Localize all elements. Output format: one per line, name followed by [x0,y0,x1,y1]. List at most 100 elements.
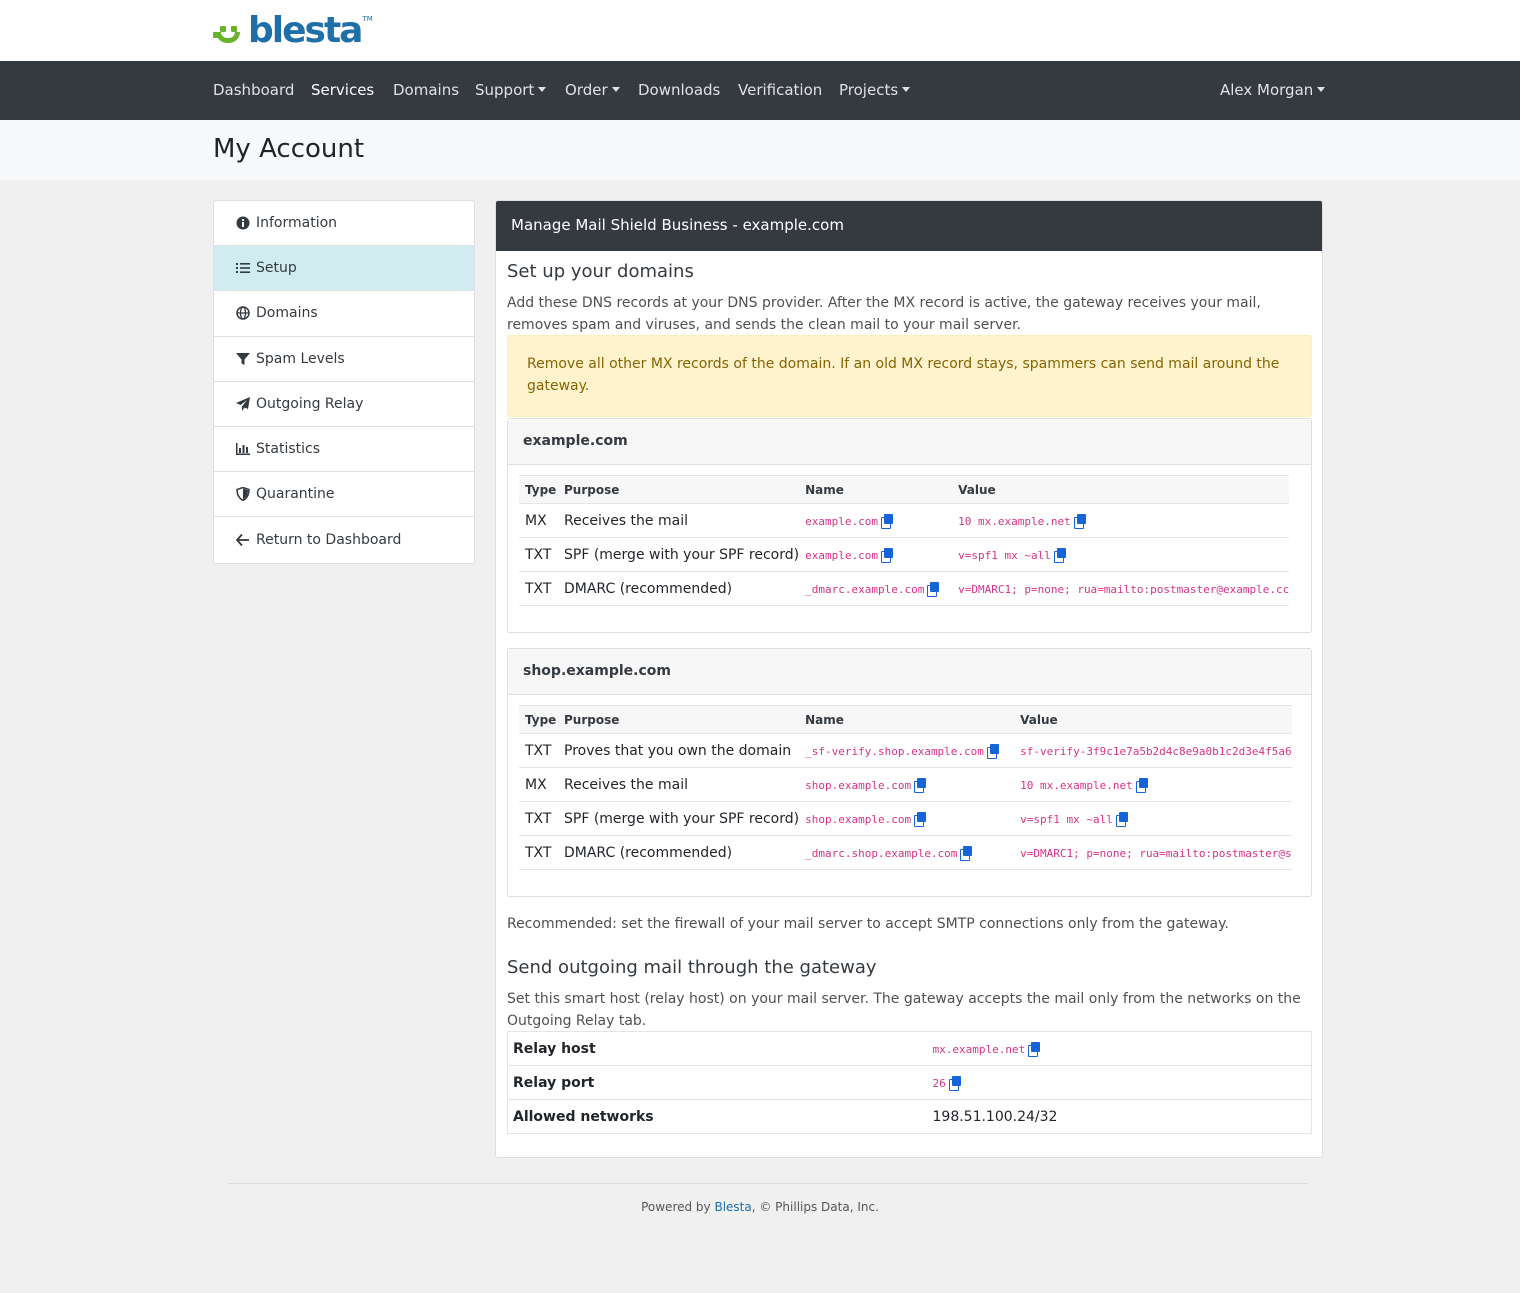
nav-label: Domains [393,81,460,99]
nav-dashboard[interactable]: Dashboard [213,61,294,120]
sidebar-item-return-to-dashboard[interactable]: Return to Dashboard [214,517,474,562]
user-name: Alex Morgan [1220,81,1314,99]
manage-panel: Manage Mail Shield Business - example.co… [495,200,1323,1158]
record-value-cell: v=DMARC1; p=none; rua=mailto:postmaster@… [1014,835,1292,870]
column-header-purpose: Purpose [558,475,800,504]
nav-domains[interactable]: Domains [393,61,459,120]
info-circle-icon [235,216,250,231]
filter-icon [235,351,250,366]
sidebar-item-spam-levels[interactable]: Spam Levels [214,337,474,382]
sidebar-item-domains[interactable]: Domains [214,291,474,337]
record-purpose: Receives the mail [558,767,800,802]
record-name: example.com [805,548,878,562]
record-type: MX [519,767,558,802]
record-name: _dmarc.shop.example.com [805,846,958,860]
blesta-logo[interactable]: blesta TM [212,12,373,49]
relay-networks-value: 198.51.100.24/32 [927,1099,1312,1134]
copy-icon[interactable] [1073,513,1086,529]
nav-label: Services [311,81,375,99]
copy-icon[interactable] [914,777,927,793]
record-purpose: SPF (merge with your SPF record) [558,537,800,572]
copy-icon[interactable] [948,1075,961,1091]
table-row: TXT DMARC (recommended) _dmarc.example.c… [519,571,1290,606]
nav-downloads[interactable]: Downloads [638,61,720,120]
record-value-cell: 10 mx.example.net [952,503,1290,538]
column-header-type: Type [519,475,558,504]
dns-records-table: Type Purpose Name Value MX Receives the … [519,475,1290,606]
record-value-cell: sf-verify-3f9c1e7a5b2d4c8e9a0b1c2d3e4f5a… [1014,733,1292,768]
sidebar-item-statistics[interactable]: Statistics [214,427,474,473]
main-navbar: Dashboard Services Domains Support Order… [0,61,1520,120]
firewall-note: Recommended: set the firewall of your ma… [507,916,1229,932]
relay-settings-table: Relay host mx.example.net Relay port 26 … [507,1031,1312,1134]
sidebar-item-label: Quarantine [256,486,335,503]
copy-icon[interactable] [960,845,973,861]
sidebar-item-setup[interactable]: Setup [214,246,474,292]
record-type: TXT [519,835,558,870]
blesta-link[interactable]: Blesta [714,1200,751,1214]
footer-prefix: Powered by [641,1200,715,1214]
nav-label: Downloads [638,81,721,99]
setup-heading: Set up your domains [507,261,694,282]
copy-icon[interactable] [927,581,940,597]
record-purpose: Receives the mail [558,503,800,538]
copy-icon[interactable] [986,743,999,759]
table-row: Relay port 26 [507,1065,1312,1100]
caret-down-icon [538,87,547,92]
user-menu-dropdown[interactable]: Alex Morgan [1220,61,1326,120]
record-name: example.com [805,514,878,528]
record-purpose: DMARC (recommended) [558,571,800,606]
record-type: MX [519,503,558,538]
setup-description: Add these DNS records at your DNS provid… [507,295,1261,333]
nav-label: Verification [738,81,823,99]
table-header-row: Type Purpose Name Value [519,475,1290,504]
relay-label: Relay host [507,1031,928,1066]
table-row: MX Receives the mail example.com 10 mx.e… [519,503,1290,538]
nav-order-dropdown[interactable]: Order [565,61,620,120]
copy-icon[interactable] [1053,547,1066,563]
relay-value-cell: mx.example.net [927,1031,1312,1066]
record-value: 10 mx.example.net [1020,778,1133,792]
nav-services[interactable]: Services [311,61,374,120]
account-sidebar: Information Setup Domains Spam Levels Ou… [213,200,475,564]
copy-icon[interactable] [1115,811,1128,827]
domain-card-title: shop.example.com [508,649,1311,695]
relay-value-cell: 26 [927,1065,1312,1100]
nav-projects-dropdown[interactable]: Projects [839,61,911,120]
relay-label: Allowed networks [507,1099,928,1134]
copy-icon[interactable] [1028,1041,1041,1057]
copy-icon[interactable] [880,547,893,563]
sidebar-item-outgoing-relay[interactable]: Outgoing Relay [214,382,474,427]
top-bar: blesta TM [0,0,1520,61]
relay-port-value: 26 [932,1076,946,1090]
relay-host-value: mx.example.net [932,1042,1026,1056]
copy-icon[interactable] [1135,777,1148,793]
nav-label: Projects [839,81,899,99]
sidebar-item-information[interactable]: Information [214,201,474,247]
copy-icon[interactable] [914,811,927,827]
arrow-left-icon [235,532,250,547]
nav-support-dropdown[interactable]: Support [475,61,547,120]
nav-verification[interactable]: Verification [738,61,822,120]
record-name: shop.example.com [805,812,912,826]
copy-icon[interactable] [880,513,893,529]
table-row: MX Receives the mail shop.example.com 10… [519,767,1292,802]
record-value-cell: v=spf1 mx ~all [952,537,1290,572]
record-name: _dmarc.example.com [805,582,925,596]
table-row: TXT Proves that you own the domain _sf-v… [519,733,1292,768]
record-name-cell: example.com [799,537,953,572]
record-value: v=spf1 mx ~all [958,548,1051,562]
sidebar-item-label: Spam Levels [256,350,345,367]
record-purpose: Proves that you own the domain [558,733,800,768]
sidebar-item-label: Setup [256,260,297,277]
record-name: _sf-verify.shop.example.com [805,744,984,758]
column-header-value: Value [1014,705,1292,734]
domain-card-shop-example-com: shop.example.com Type Purpose Name Value… [507,648,1312,897]
column-header-type: Type [519,705,558,734]
outgoing-heading: Send outgoing mail through the gateway [507,957,877,978]
record-name-cell: _sf-verify.shop.example.com [799,733,1015,768]
record-value: v=DMARC1; p=none; rua=mailto:postmaster@… [1020,846,1292,860]
sidebar-item-quarantine[interactable]: Quarantine [214,472,474,518]
page-title: My Account [213,134,365,164]
blesta-logo-mark-icon [212,18,246,48]
